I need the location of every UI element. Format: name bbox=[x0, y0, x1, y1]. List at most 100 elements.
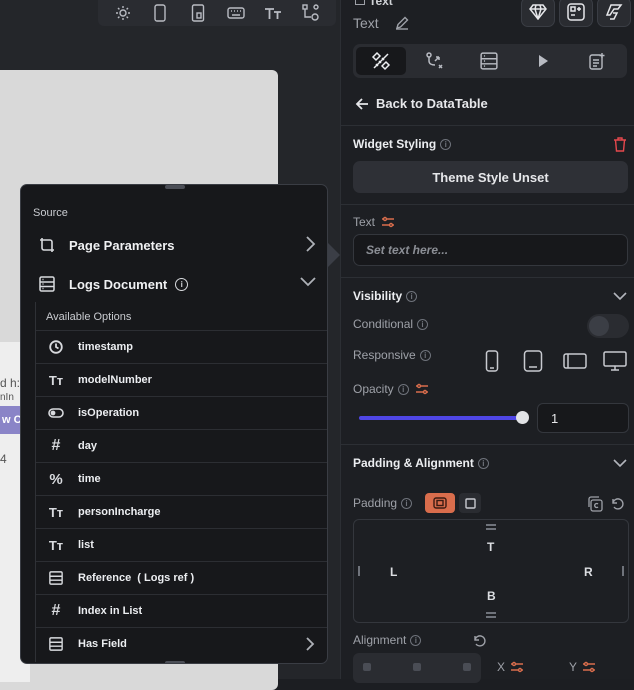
tab-documentation[interactable] bbox=[572, 47, 622, 75]
database-icon bbox=[48, 570, 64, 586]
option-label: timestamp bbox=[78, 341, 134, 353]
align-right-dot[interactable] bbox=[463, 663, 471, 671]
diamond-icon bbox=[529, 4, 547, 20]
option-list[interactable]: Tт list bbox=[36, 528, 327, 561]
diamond-button[interactable] bbox=[521, 0, 555, 27]
option-modelnumber[interactable]: Tт modelNumber bbox=[36, 363, 327, 396]
logs-document-row[interactable]: Logs Document i bbox=[37, 272, 317, 296]
option-personincharge[interactable]: Tт personIncharge bbox=[36, 495, 327, 528]
option-reference[interactable]: Reference ( Logs ref ) bbox=[36, 561, 327, 594]
keyboard-icon[interactable] bbox=[226, 3, 246, 23]
option-has-field[interactable]: Has Field bbox=[36, 627, 327, 660]
align-x-label: X bbox=[497, 660, 524, 674]
phone-icon[interactable] bbox=[150, 3, 170, 23]
right-handle[interactable] bbox=[622, 566, 624, 576]
sliders-icon[interactable] bbox=[582, 661, 596, 673]
info-icon[interactable]: i bbox=[397, 383, 409, 395]
sliders-icon[interactable] bbox=[381, 216, 395, 228]
copy-icon[interactable] bbox=[587, 496, 603, 512]
info-icon[interactable]: i bbox=[401, 498, 413, 510]
padding-left-value[interactable]: L bbox=[390, 565, 397, 579]
font-size-icon[interactable] bbox=[263, 3, 283, 23]
widget-name[interactable]: Text bbox=[353, 15, 379, 31]
info-icon[interactable]: i bbox=[410, 635, 422, 647]
theme-style-button[interactable]: Theme Style Unset bbox=[353, 161, 628, 193]
conditional-toggle[interactable] bbox=[587, 314, 629, 338]
chevron-down-icon[interactable] bbox=[613, 459, 627, 468]
option-day[interactable]: # day bbox=[36, 429, 327, 462]
opacity-slider-track[interactable] bbox=[359, 416, 523, 420]
padding-editor: T L R B bbox=[353, 519, 629, 623]
play-icon bbox=[536, 54, 550, 68]
widget-type-title: Text bbox=[355, 0, 393, 8]
bottom-handle bbox=[486, 616, 496, 618]
tablet-icon[interactable] bbox=[523, 350, 543, 372]
opacity-label: Opacity i bbox=[353, 382, 429, 396]
database-icon bbox=[480, 52, 498, 70]
back-to-datatable-link[interactable]: Back to DataTable bbox=[355, 96, 488, 111]
arrow-left-icon bbox=[355, 97, 369, 111]
tree-settings-icon[interactable] bbox=[301, 3, 321, 23]
info-icon[interactable]: i bbox=[406, 291, 418, 303]
edit-icon[interactable] bbox=[395, 16, 409, 30]
info-icon[interactable]: i bbox=[477, 458, 489, 470]
tablet-icon[interactable] bbox=[188, 3, 208, 23]
opacity-input[interactable]: 1 bbox=[537, 403, 629, 433]
document-add-icon bbox=[588, 52, 606, 70]
tab-actions[interactable] bbox=[410, 47, 460, 75]
option-label: list bbox=[78, 539, 94, 551]
padding-right-value[interactable]: R bbox=[584, 565, 593, 579]
clock-icon bbox=[48, 339, 64, 355]
divider bbox=[341, 444, 634, 445]
data-source-popup: Source Page Parameters Logs Document i A… bbox=[20, 184, 328, 664]
padding-individual-toggle[interactable] bbox=[459, 493, 481, 513]
option-index-in-list[interactable]: # Index in List bbox=[36, 594, 327, 627]
info-icon[interactable]: i bbox=[440, 139, 452, 151]
reset-icon[interactable] bbox=[473, 634, 487, 648]
text-value-input[interactable]: Set text here... bbox=[353, 234, 628, 266]
opacity-slider-handle[interactable] bbox=[516, 411, 529, 424]
square-icon bbox=[464, 497, 476, 509]
sliders-icon[interactable] bbox=[415, 383, 429, 395]
popup-bottom-handle[interactable] bbox=[165, 661, 185, 663]
option-timestamp[interactable]: timestamp bbox=[36, 330, 327, 363]
bottom-handle[interactable] bbox=[486, 612, 496, 614]
tablet-landscape-icon[interactable] bbox=[563, 353, 587, 369]
info-icon[interactable]: i bbox=[175, 277, 189, 291]
chevron-down-icon bbox=[299, 276, 317, 288]
frame-text: d h: bbox=[0, 376, 21, 390]
database-icon bbox=[37, 274, 57, 294]
sliders-icon[interactable] bbox=[510, 661, 524, 673]
top-handle[interactable] bbox=[486, 524, 496, 526]
option-isoperation[interactable]: isOperation bbox=[36, 396, 327, 429]
padding-top-value[interactable]: T bbox=[487, 540, 494, 554]
trash-icon[interactable] bbox=[613, 136, 627, 152]
visibility-title: Visibility i bbox=[353, 289, 418, 303]
tab-properties[interactable] bbox=[356, 47, 406, 75]
info-icon[interactable]: i bbox=[419, 350, 431, 362]
padding-uniform-toggle[interactable] bbox=[425, 493, 455, 513]
toggle-knob bbox=[589, 316, 609, 336]
sun-icon[interactable] bbox=[113, 3, 133, 23]
alignment-label: Alignment i bbox=[353, 633, 422, 647]
tab-animations[interactable] bbox=[518, 47, 568, 75]
popup-top-handle[interactable] bbox=[165, 185, 185, 189]
panel-tabs bbox=[353, 44, 627, 78]
flutterflow-button[interactable] bbox=[597, 0, 631, 27]
padding-bottom-value[interactable]: B bbox=[487, 589, 496, 603]
database-icon bbox=[48, 636, 64, 652]
left-handle[interactable] bbox=[358, 566, 360, 576]
frame-text: nIn bbox=[0, 392, 14, 403]
desktop-icon[interactable] bbox=[603, 351, 627, 371]
hash-icon: # bbox=[51, 602, 61, 619]
page-parameters-row[interactable]: Page Parameters bbox=[37, 233, 317, 257]
align-left-dot[interactable] bbox=[363, 663, 371, 671]
phone-icon[interactable] bbox=[485, 350, 499, 372]
align-center-dot[interactable] bbox=[413, 663, 421, 671]
info-icon[interactable]: i bbox=[417, 319, 429, 331]
tab-backend-query[interactable] bbox=[464, 47, 514, 75]
reset-icon[interactable] bbox=[611, 497, 625, 511]
option-time[interactable]: % time bbox=[36, 462, 327, 495]
chevron-down-icon[interactable] bbox=[613, 292, 627, 301]
add-widget-button[interactable] bbox=[559, 0, 593, 27]
